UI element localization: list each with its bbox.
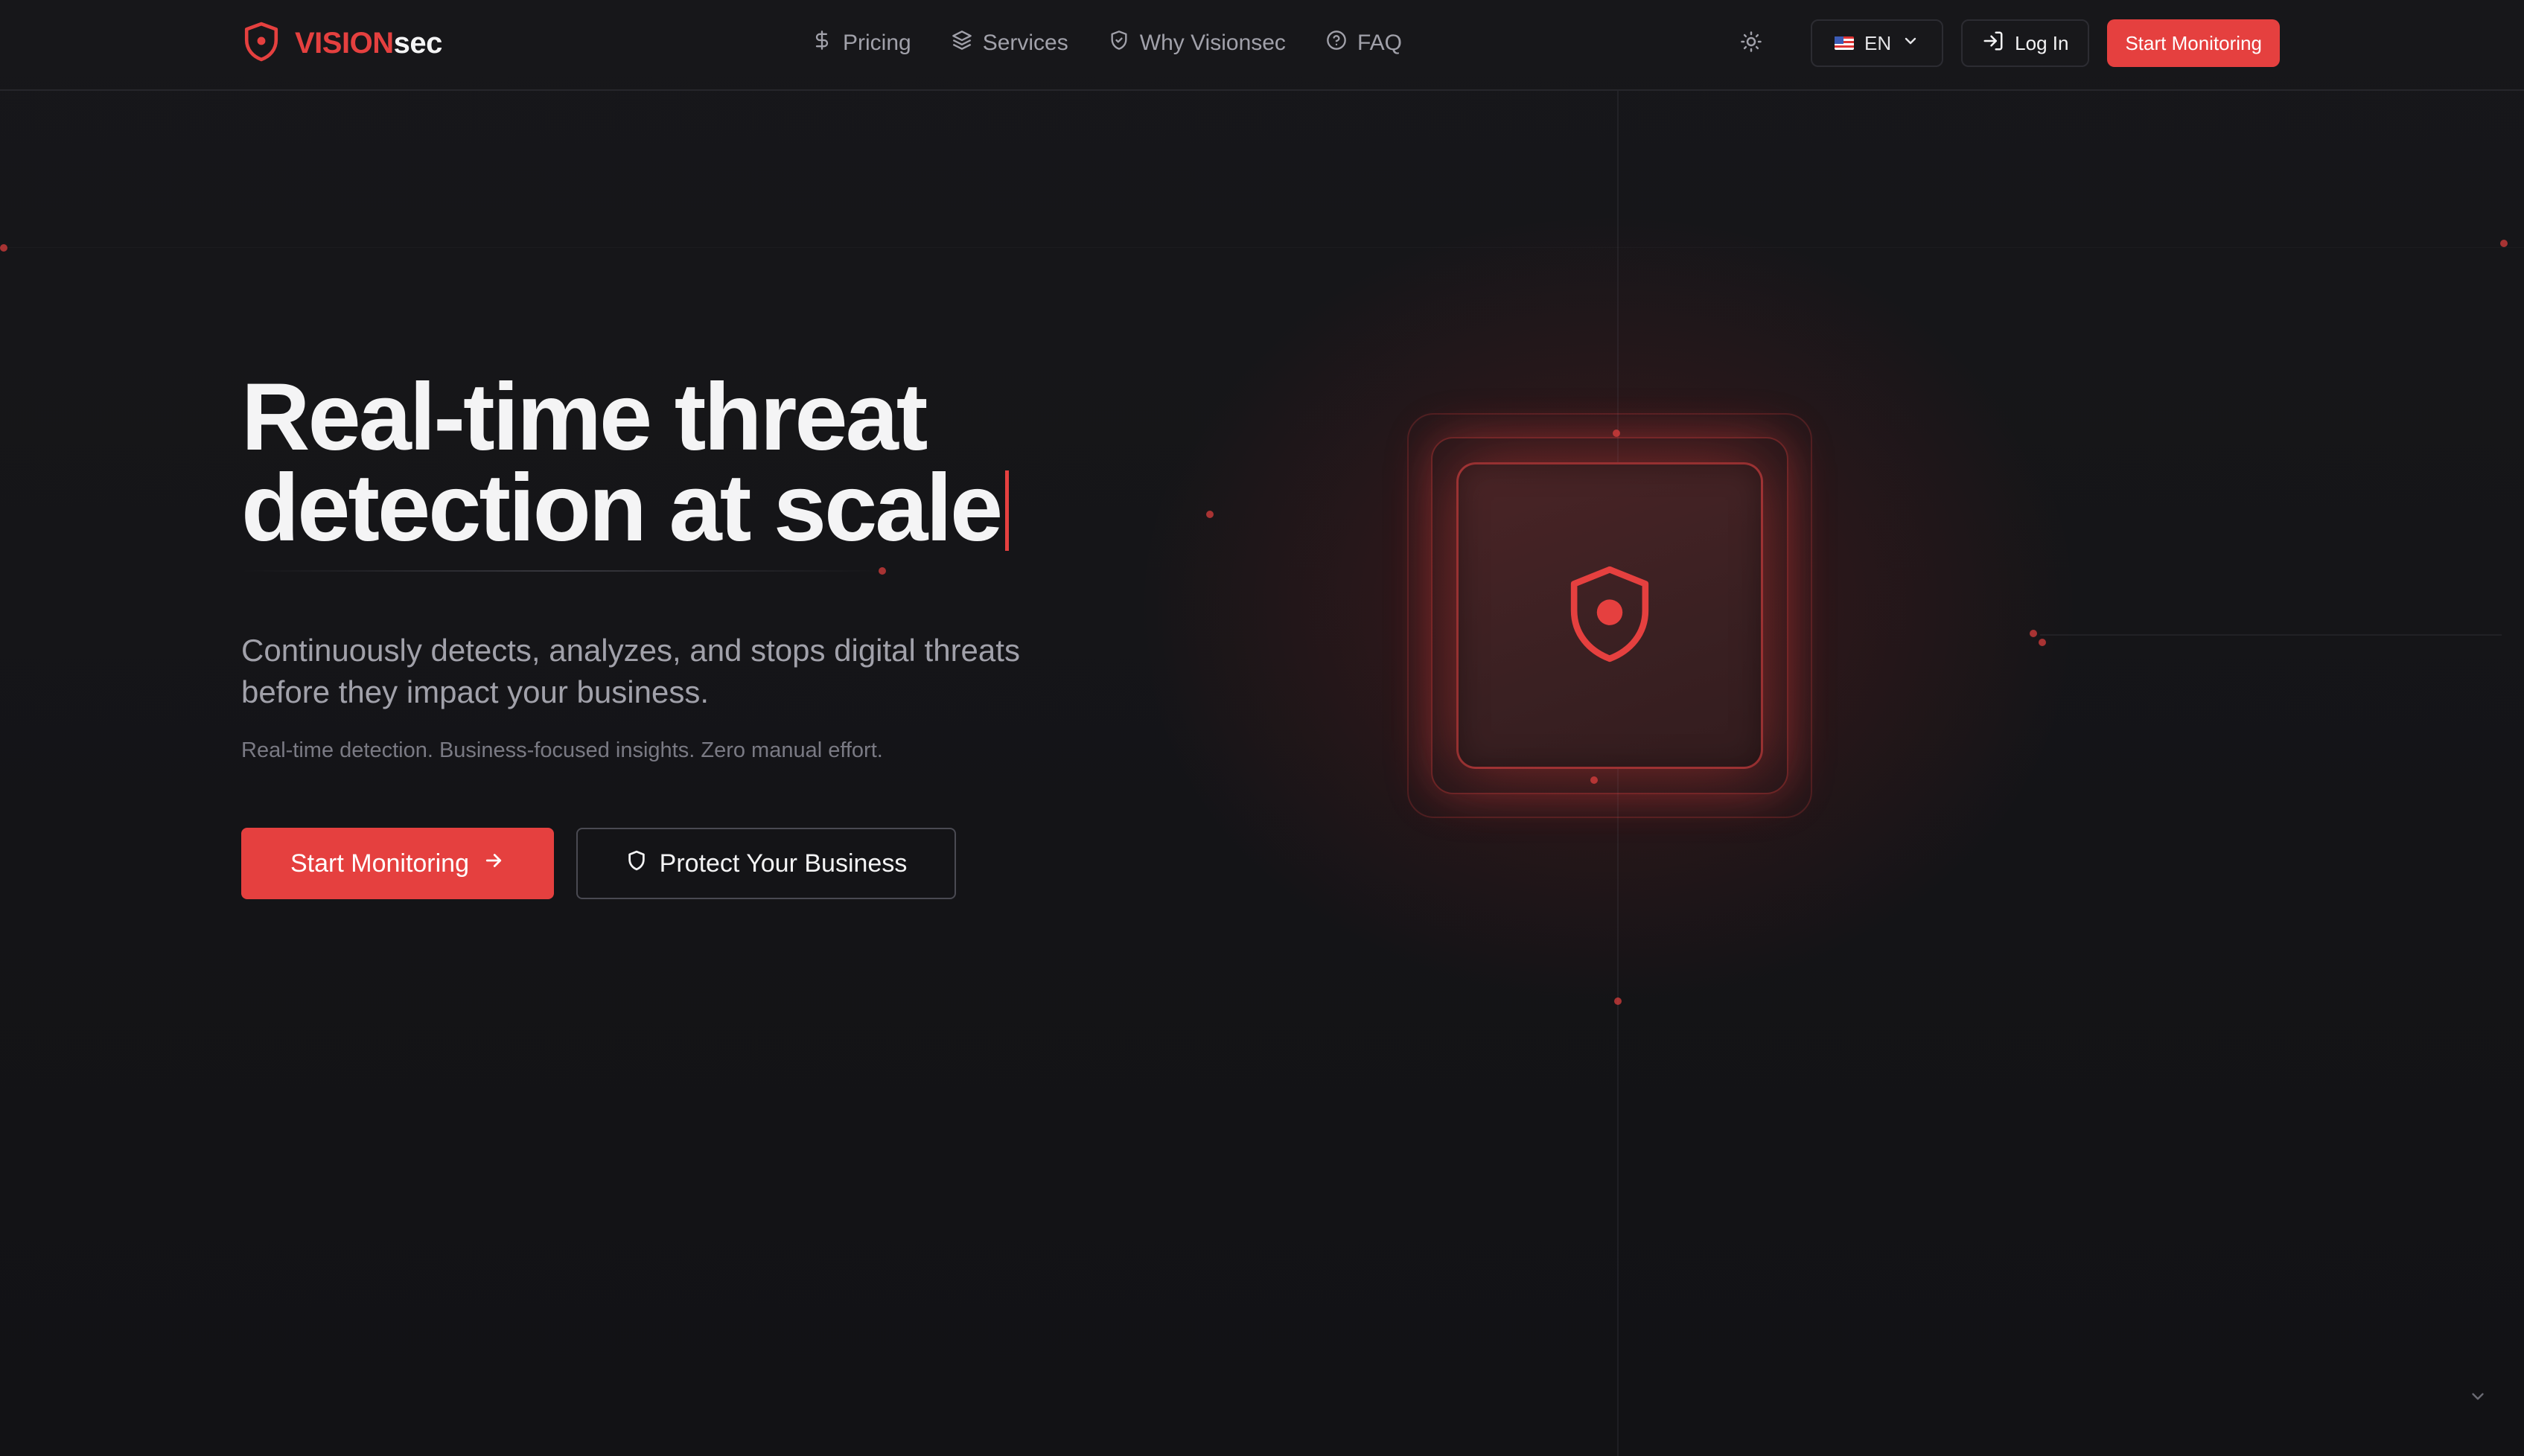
nav-link-services[interactable]: Services (952, 30, 1068, 57)
theme-toggle-button[interactable] (1727, 19, 1775, 67)
bg-node-dot (1614, 997, 1622, 1005)
layers-icon (952, 30, 972, 57)
brand-name-accent: VISION (295, 26, 394, 60)
chevron-down-icon (1902, 32, 1919, 55)
secondary-cta-label: Protect Your Business (659, 849, 908, 878)
nav-link-label: Pricing (843, 31, 911, 55)
bg-grid-line (2040, 634, 2502, 636)
shield-outline-icon (625, 849, 648, 878)
nav-link-pricing[interactable]: Pricing (812, 30, 911, 57)
language-selector[interactable]: EN (1811, 19, 1944, 67)
arrow-right-icon (482, 849, 505, 878)
shield-check-icon (1109, 30, 1129, 57)
nav-link-label: Why Visionsec (1139, 31, 1286, 55)
nav-link-faq[interactable]: FAQ (1326, 30, 1402, 57)
nav-link-label: FAQ (1357, 31, 1402, 55)
threat-shield-visual (1407, 413, 1812, 818)
language-label: EN (1864, 31, 1892, 54)
brand-logo[interactable]: VISIONsec (243, 21, 442, 66)
hero-title: Real-time threat detection at scale (241, 364, 1135, 556)
hero-subtitle: Continuously detects, analyzes, and stop… (241, 633, 1020, 709)
hero-title-line-2: detection at scale (241, 455, 1003, 561)
dollar-icon (812, 30, 832, 57)
hero-note: Real-time detection. Business-focused in… (241, 738, 883, 762)
nav-link-label: Services (982, 31, 1068, 55)
typing-cursor (1005, 470, 1010, 551)
help-circle-icon (1326, 30, 1347, 57)
title-divider (241, 570, 882, 572)
start-monitoring-button[interactable]: Start Monitoring (241, 828, 554, 899)
scroll-down-button[interactable] (2463, 1383, 2493, 1413)
visual-core-card (1456, 462, 1763, 769)
login-button[interactable]: Log In (1961, 19, 2090, 67)
shield-icon (243, 21, 280, 66)
landing-page: VISIONsec Pricing Services Why Visionsec (0, 0, 2524, 1456)
top-navbar: VISIONsec Pricing Services Why Visionsec (0, 0, 2524, 91)
us-flag-icon (1835, 36, 1855, 50)
sun-icon (1740, 31, 1762, 57)
nav-cta-label: Start Monitoring (2125, 31, 2262, 54)
primary-nav: Pricing Services Why Visionsec FAQ (812, 22, 1402, 64)
bg-node-dot (2030, 630, 2037, 637)
protect-your-business-button[interactable]: Protect Your Business (576, 828, 956, 899)
shield-icon (1567, 564, 1653, 668)
hero-title-line-1: Real-time threat (241, 364, 928, 470)
bg-grid-line (0, 247, 2524, 248)
log-in-icon (1982, 30, 2004, 57)
nav-start-monitoring-button[interactable]: Start Monitoring (2107, 19, 2280, 67)
login-label: Log In (2015, 31, 2069, 54)
bg-node-dot (2500, 240, 2508, 247)
visual-node-dot (1590, 776, 1598, 784)
primary-cta-label: Start Monitoring (290, 849, 469, 878)
nav-link-why-visionsec[interactable]: Why Visionsec (1109, 30, 1286, 57)
hero-title-line-2-wrap: detection at scale (241, 461, 1135, 556)
chevron-down-icon (2468, 1387, 2488, 1410)
brand-name: VISIONsec (295, 27, 442, 60)
bg-node-dot (2039, 639, 2046, 646)
brand-name-rest: sec (393, 26, 443, 60)
visual-node-dot (1613, 430, 1620, 437)
nav-actions: EN Log In Start Monitoring (1727, 19, 2280, 67)
bg-node-dot (0, 244, 7, 252)
bg-node-dot (1206, 511, 1214, 518)
